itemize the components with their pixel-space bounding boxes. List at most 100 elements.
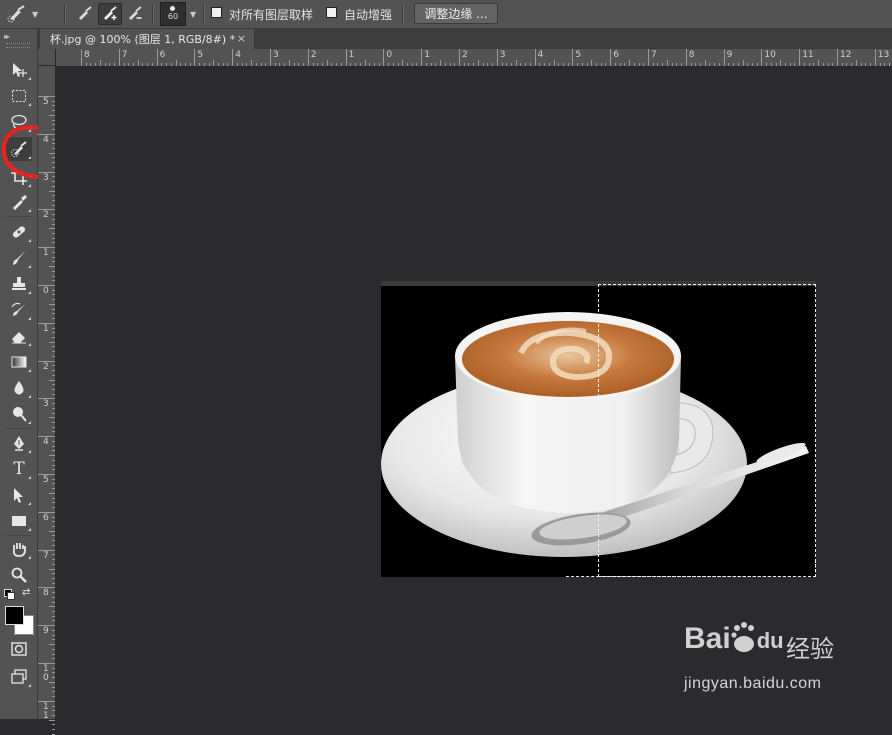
eyedropper-icon [13,195,27,210]
ruler-minor-tick [525,63,527,66]
screen-mode-button[interactable] [6,665,32,689]
ruler-minor-tick [614,63,616,66]
foreground-color-swatch[interactable] [5,606,24,625]
ruler-minor-tick [52,691,55,693]
ruler-minor-tick [596,63,598,66]
ruler-label: 11 [802,50,814,60]
eyedropper-tool[interactable] [6,190,32,214]
chevron-down-icon: ▼ [32,9,39,19]
ruler-minor-tick [52,223,55,225]
ruler-minor-tick [52,143,55,145]
ruler-minor-tick [52,294,55,296]
ruler-minor-tick [180,63,182,66]
ruler-label: 2 [43,361,49,372]
document-tab[interactable]: 杯.jpg @ 100% (图层 1, RGB/8#) * × [40,29,254,49]
ruler-label: 7 [43,550,49,561]
baidu-url: jingyan.baidu.com [684,675,822,692]
ruler-label: 1 [348,50,355,60]
ruler-minor-tick [321,63,323,66]
baidu-jingyan-text: 经验 [786,635,834,663]
ruler-minor-tick [520,63,522,66]
sample-all-layers-checkbox[interactable] [211,7,222,18]
ruler-minor-tick [388,63,390,66]
ruler-minor-tick [539,63,541,66]
baidu-logo-text-2: du [756,628,784,653]
zoom-icon [11,567,27,583]
add-to-selection-button[interactable] [98,3,122,25]
screen-mode-icon [11,669,27,684]
ruler-tick [307,49,309,66]
ruler-minor-tick [392,63,394,66]
close-icon[interactable]: × [237,32,246,45]
ruler-minor-tick [241,63,243,66]
rectangle-icon [12,516,26,526]
gradient-tool[interactable] [6,350,32,374]
type-tool[interactable]: T [6,457,32,481]
ruler-label: 5 [43,475,49,485]
ruler-minor-tick [52,129,55,131]
gradient-icon [11,356,27,368]
history-brush-tool[interactable] [6,298,32,322]
ruler-minor-tick [832,63,834,66]
ruler-label: 0 [43,286,49,296]
ruler-minor-tick [52,469,55,471]
subtract-from-selection-button[interactable] [124,4,146,24]
ruler-tick [723,49,725,66]
move-tool[interactable] [6,58,32,82]
quick-mask-button[interactable] [6,637,32,661]
quick-selection-icon [79,6,92,20]
ruler-minor-tick [52,464,55,466]
ruler-minor-tick [52,199,55,201]
clone-stamp-tool[interactable] [6,272,32,296]
ruler-minor-tick [600,63,602,66]
ruler-label: 1 0 [43,664,49,683]
blur-tool[interactable] [6,376,32,400]
default-colors-icon[interactable] [4,589,15,600]
ruler-minor-tick [52,634,55,636]
pen-tool[interactable] [6,431,32,455]
rectangle-tool[interactable] [6,509,32,533]
ruler-minor-tick [99,60,101,66]
brush-tool[interactable] [6,246,32,270]
ruler-label: 13 [877,50,890,60]
ruler-minor-tick [619,63,621,66]
tool-preset-picker[interactable]: ▼ [6,0,56,28]
ruler-minor-tick [435,63,437,66]
horizontal-ruler[interactable]: 8 7 6 5 4 3 2 1 0 1 2 3 4 5 6 7 8 9 10 11 12 13 [56,49,892,67]
ruler-tick [421,49,423,66]
path-selection-tool[interactable] [6,483,32,507]
panel-collapse-icon[interactable]: ▸▸ [4,32,10,41]
ruler-label: 0 [386,50,393,60]
dodge-tool[interactable] [6,402,32,426]
ruler-origin[interactable] [38,49,56,66]
ruler-minor-tick [52,563,55,565]
healing-brush-tool[interactable] [6,220,32,244]
ruler-minor-tick [756,63,758,66]
ruler-minor-tick [52,157,55,159]
ruler-minor-tick [326,60,328,66]
ruler-minor-tick [49,568,55,570]
eraser-tool[interactable] [6,324,32,348]
ruler-minor-tick [586,63,588,66]
bandage-icon [12,226,26,238]
ruler-minor-tick [128,63,130,66]
marquee-tool[interactable] [6,84,32,108]
panel-grip[interactable] [6,43,30,48]
brush-picker[interactable]: 60 ▼ [160,2,198,26]
ruler-tick [156,49,158,66]
ruler-minor-tick [52,658,55,660]
ruler-minor-tick [794,63,796,66]
divider [64,4,66,24]
zoom-tool[interactable] [6,563,32,587]
auto-enhance-checkbox[interactable] [326,7,337,18]
vertical-ruler[interactable]: 5432101234567891 01 1 [38,66,56,735]
ruler-minor-tick [52,185,55,187]
ruler-minor-tick [704,60,706,66]
ruler-minor-tick [109,63,111,66]
new-selection-button[interactable] [74,4,96,24]
refine-edge-button[interactable]: 调整边缘 ... [414,3,498,24]
ruler-minor-tick [378,63,380,66]
swap-colors-icon[interactable]: ⇄ [22,587,30,598]
ruler-minor-tick [841,63,843,66]
hand-tool[interactable] [6,537,32,561]
